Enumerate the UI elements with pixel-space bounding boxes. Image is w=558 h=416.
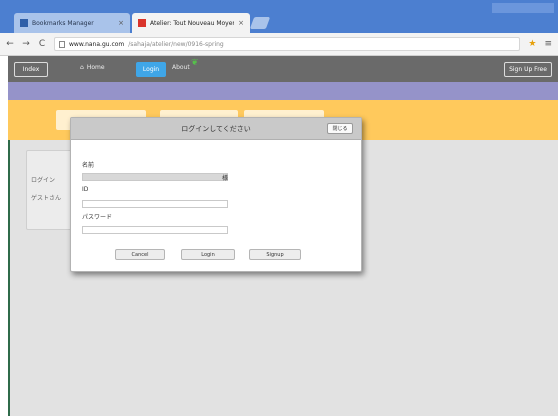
dialog-header: ログインしてください 閉じる xyxy=(71,118,361,140)
url-host: www.nana.gu.com xyxy=(69,40,125,48)
login-button[interactable]: Login xyxy=(181,249,235,260)
tab-title: Atelier: Tout Nouveau Moyen xyxy=(150,19,235,27)
house-icon: ⌂ xyxy=(80,64,84,71)
nav-home-label: Home xyxy=(86,64,105,71)
dialog-button-row: Cancel Login Signup xyxy=(71,249,361,263)
left-rail xyxy=(8,140,10,416)
app-navbar: Index ⌂ Home Login About ❦ Sign Up Free xyxy=(8,56,558,82)
dialog-title: ログインしてください xyxy=(181,125,251,133)
back-icon[interactable]: ← xyxy=(6,39,14,49)
window-caption xyxy=(492,3,554,13)
page-icon xyxy=(59,40,65,48)
password-input[interactable] xyxy=(82,226,228,234)
login-dialog: ログインしてください 閉じる 名前 様 ID パスワード Cancel Logi… xyxy=(70,117,362,272)
nav-item-active[interactable]: Login xyxy=(136,62,166,77)
new-tab-button[interactable] xyxy=(249,17,271,29)
side-panel-line: ログイン xyxy=(31,177,56,184)
tab-close-icon[interactable]: × xyxy=(238,19,244,27)
browser-toolbar: ← → C www.nana.gu.com/sahaja/atelier/new… xyxy=(0,33,558,56)
brand-button[interactable]: Index xyxy=(14,62,48,77)
dialog-close-button[interactable]: 閉じる xyxy=(327,123,353,134)
signup-button[interactable]: Sign Up Free xyxy=(504,62,552,77)
browser-tabstrip: Bookmarks Manager × Atelier: Tout Nouvea… xyxy=(0,0,558,33)
name-label: 名前 xyxy=(82,162,95,169)
purple-banner xyxy=(8,82,558,100)
leaf-icon: ❦ xyxy=(191,58,199,68)
address-bar[interactable]: www.nana.gu.com/sahaja/atelier/new/0916-… xyxy=(54,37,521,51)
tab-atelier[interactable]: Atelier: Tout Nouveau Moyen × xyxy=(132,13,250,33)
tab-title: Bookmarks Manager xyxy=(32,19,94,27)
name-input[interactable] xyxy=(82,173,228,181)
tab-bookmarks[interactable]: Bookmarks Manager × xyxy=(14,13,130,33)
side-panel-line: ゲストさん xyxy=(31,195,62,202)
signup-dialog-button[interactable]: Signup xyxy=(249,249,301,260)
bookmark-favicon-icon xyxy=(20,19,28,27)
nav-item-home[interactable]: ⌂ Home xyxy=(80,64,105,71)
id-label: ID xyxy=(82,186,89,193)
url-path: /sahaja/atelier/new/0916-spring xyxy=(128,40,224,48)
forward-icon[interactable]: → xyxy=(22,39,30,49)
site-favicon-icon xyxy=(138,19,146,27)
cancel-button[interactable]: Cancel xyxy=(115,249,165,260)
tab-close-icon[interactable]: × xyxy=(118,19,124,27)
password-label: パスワード xyxy=(82,214,113,221)
reload-icon[interactable]: C xyxy=(38,39,46,49)
id-input[interactable] xyxy=(82,200,228,208)
star-icon[interactable]: ★ xyxy=(528,39,536,49)
nav-item-about[interactable]: About xyxy=(172,64,190,71)
name-suffix: 様 xyxy=(222,175,229,182)
menu-icon[interactable]: ≡ xyxy=(544,39,552,49)
